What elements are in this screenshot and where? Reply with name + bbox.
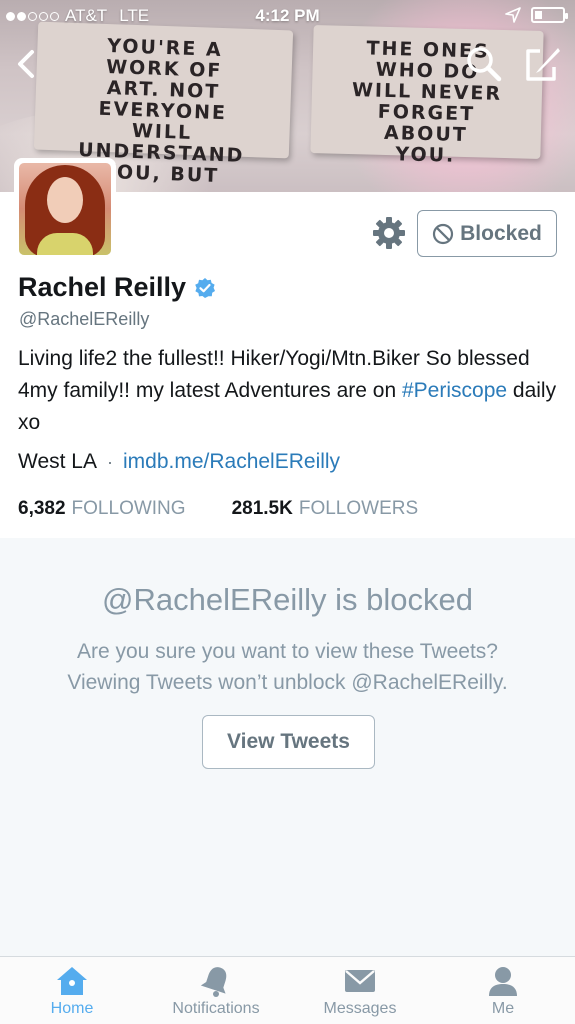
- avatar-face: [47, 177, 83, 223]
- status-time: 4:12 PM: [255, 6, 320, 25]
- tab-label: Messages: [323, 1000, 397, 1017]
- blocked-panel: @RachelEReilly is blocked Are you sure y…: [0, 538, 575, 956]
- status-right: [505, 7, 568, 23]
- tab-label: Me: [491, 1000, 515, 1017]
- profile-counts: 6,382 FOLLOWING 281.5K FOLLOWERS: [18, 498, 418, 520]
- person-icon: [489, 967, 517, 996]
- view-tweets-button[interactable]: View Tweets: [202, 715, 375, 769]
- blocked-title: @RachelEReilly is blocked: [102, 582, 473, 617]
- tab-me[interactable]: Me: [431, 957, 575, 1024]
- following-label: FOLLOWING: [71, 498, 186, 519]
- followers-label: FOLLOWERS: [298, 498, 419, 519]
- profile-bio: Living life2 the fullest!! Hiker/Yogi/Mt…: [18, 343, 558, 439]
- profile-website-link[interactable]: imdb.me/RachelEReilly: [123, 450, 340, 474]
- chevron-left-icon[interactable]: [8, 44, 42, 84]
- tab-label: Home: [50, 1000, 94, 1017]
- verified-badge-icon: [195, 277, 216, 298]
- profile-handle: @RachelEReilly: [19, 309, 150, 329]
- avatar-photo: [19, 163, 111, 255]
- gear-icon[interactable]: [372, 216, 406, 250]
- tab-messages[interactable]: Messages: [288, 957, 432, 1024]
- battery-icon: [531, 7, 568, 23]
- bio-hashtag-link[interactable]: #Periscope: [402, 379, 507, 402]
- status-bar: AT&T LTE 4:12 PM: [0, 0, 575, 34]
- banner-card-left: YOU'RE A WORK OF ART. NOT EVERYONE WILL …: [33, 21, 294, 187]
- blocked-message-line: Viewing Tweets won’t unblock @RachelERei…: [67, 671, 508, 694]
- following-count[interactable]: 6,382 FOLLOWING: [18, 498, 186, 520]
- profile-meta: West LA · imdb.me/RachelEReilly: [18, 450, 340, 474]
- following-number: 6,382: [18, 498, 66, 519]
- blocked-message-line: Are you sure you want to view these Twee…: [76, 640, 498, 663]
- home-icon: [57, 967, 87, 995]
- profile-name: Rachel Reilly: [18, 272, 187, 302]
- avatar[interactable]: [14, 158, 116, 260]
- bell-icon: [200, 967, 227, 997]
- tab-label: Notifications: [172, 1000, 260, 1017]
- profile-name-row: Rachel Reilly: [18, 272, 216, 303]
- compose-icon[interactable]: [522, 45, 562, 83]
- envelope-icon: [345, 970, 375, 992]
- banner-card-right: THE ONES WHO DO WILL NEVER FORGET ABOUT …: [310, 25, 544, 167]
- followers-count[interactable]: 281.5K FOLLOWERS: [232, 498, 419, 520]
- blocked-message: Are you sure you want to view these Twee…: [30, 636, 545, 698]
- tab-notifications[interactable]: Notifications: [144, 957, 288, 1024]
- block-icon: [433, 223, 454, 244]
- blocked-button-label: Blocked: [460, 221, 542, 245]
- location-arrow-icon: [505, 7, 521, 23]
- avatar-shirt: [37, 233, 93, 255]
- blocked-button[interactable]: Blocked: [417, 210, 557, 257]
- meta-separator: ·: [106, 451, 113, 472]
- profile-location: West LA: [18, 450, 97, 473]
- followers-number: 281.5K: [231, 498, 293, 519]
- tab-home[interactable]: Home: [0, 957, 144, 1024]
- tab-bar: Home Notifications Messages Me: [0, 956, 575, 1024]
- search-icon[interactable]: [465, 45, 503, 83]
